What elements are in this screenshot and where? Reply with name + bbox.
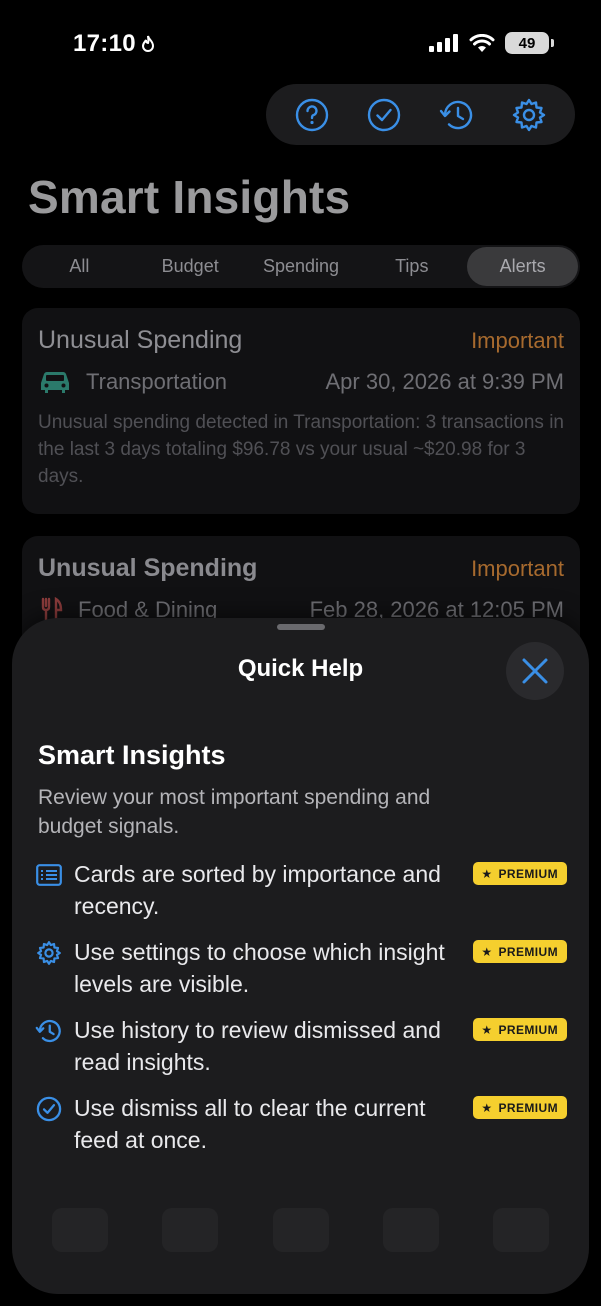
- importance-badge: Important: [471, 327, 564, 353]
- clock-label: 17:10: [73, 30, 136, 57]
- close-button[interactable]: [506, 642, 564, 700]
- close-icon: [522, 658, 548, 684]
- tab-bar-item: [162, 1208, 219, 1252]
- flame-icon: [141, 35, 154, 52]
- premium-badge: ★ PREMIUM: [473, 1096, 567, 1119]
- dismiss-all-button[interactable]: [362, 93, 406, 137]
- status-time: 17:10: [73, 30, 156, 58]
- tab-alerts[interactable]: Alerts: [467, 247, 578, 286]
- help-tip: Use dismiss all to clear the current fee…: [34, 1092, 569, 1170]
- premium-badge: ★ PREMIUM: [473, 1018, 567, 1041]
- help-tips-list: Cards are sorted by importance and recen…: [34, 858, 569, 1170]
- status-bar: 17:10 49: [0, 0, 601, 88]
- sheet-title: Quick Help: [237, 655, 364, 682]
- settings-button[interactable]: [507, 93, 551, 137]
- star-icon: ★: [481, 944, 493, 959]
- insights-toolbar: [266, 84, 575, 145]
- tab-tips[interactable]: Tips: [356, 247, 467, 286]
- gear-icon: [512, 98, 546, 131]
- tab-bar-item: [493, 1208, 549, 1252]
- insight-body: Unusual spending detected in Transportat…: [38, 412, 564, 487]
- history-icon: [35, 1019, 61, 1043]
- star-icon: ★: [481, 866, 493, 881]
- filter-tabs: All Budget Spending Tips Alerts: [22, 245, 580, 288]
- car-icon: [41, 372, 69, 393]
- premium-badge: ★ PREMIUM: [473, 862, 567, 885]
- battery-indicator: 49: [505, 32, 554, 54]
- tab-bar-item: [382, 1208, 439, 1252]
- premium-label: PREMIUM: [498, 944, 558, 959]
- history-button[interactable]: [435, 93, 479, 137]
- tab-all[interactable]: All: [24, 247, 135, 286]
- star-icon: ★: [481, 1022, 493, 1037]
- gear-icon: [37, 941, 61, 965]
- quick-help-sheet: Quick Help Smart Insights Review your mo…: [12, 618, 589, 1294]
- wifi-icon: [469, 33, 495, 52]
- sheet-grabber[interactable]: [277, 624, 325, 630]
- help-tip-text: Use dismiss all to clear the current fee…: [74, 1095, 426, 1153]
- help-tip: Use history to review dismissed and read…: [34, 1014, 569, 1092]
- premium-label: PREMIUM: [498, 1022, 558, 1037]
- tab-bar-behind-sheet: [52, 1208, 549, 1264]
- checkmark-circle-icon: [368, 98, 401, 131]
- history-icon: [439, 100, 472, 129]
- help-icon: [295, 98, 329, 131]
- battery-level: 49: [518, 34, 536, 52]
- help-button[interactable]: [290, 93, 334, 137]
- tab-bar-item: [272, 1208, 329, 1252]
- page-title: Smart Insights: [28, 171, 351, 223]
- list-icon: [36, 864, 62, 886]
- cellular-signal-icon: [429, 34, 458, 52]
- tab-bar-item: [52, 1208, 108, 1252]
- premium-label: PREMIUM: [498, 1100, 558, 1115]
- tab-budget[interactable]: Budget: [135, 247, 246, 286]
- premium-label: PREMIUM: [498, 866, 558, 881]
- help-tip-text: Use settings to choose which insight lev…: [74, 939, 445, 997]
- status-indicators: 49: [429, 32, 554, 54]
- help-tip-text: Use history to review dismissed and read…: [74, 1017, 441, 1075]
- insight-title: Unusual Spending: [38, 326, 243, 354]
- checkmark-circle-icon: [36, 1096, 62, 1122]
- insight-card[interactable]: Unusual Spending Important Transportatio…: [22, 308, 580, 514]
- help-heading: Smart Insights: [38, 740, 226, 770]
- insight-title: Unusual Spending: [38, 554, 258, 582]
- premium-badge: ★ PREMIUM: [473, 940, 567, 963]
- star-icon: ★: [481, 1100, 493, 1115]
- insight-category: Transportation: [86, 369, 228, 394]
- help-tip: Cards are sorted by importance and recen…: [34, 858, 569, 936]
- insight-date: Apr 30, 2026 at 9:39 PM: [325, 369, 565, 394]
- importance-badge: Important: [471, 555, 564, 581]
- help-tip: Use settings to choose which insight lev…: [34, 936, 569, 1014]
- help-description: Review your most important spending and …: [38, 786, 431, 838]
- tab-spending[interactable]: Spending: [246, 247, 357, 286]
- help-tip-text: Cards are sorted by importance and recen…: [74, 861, 441, 919]
